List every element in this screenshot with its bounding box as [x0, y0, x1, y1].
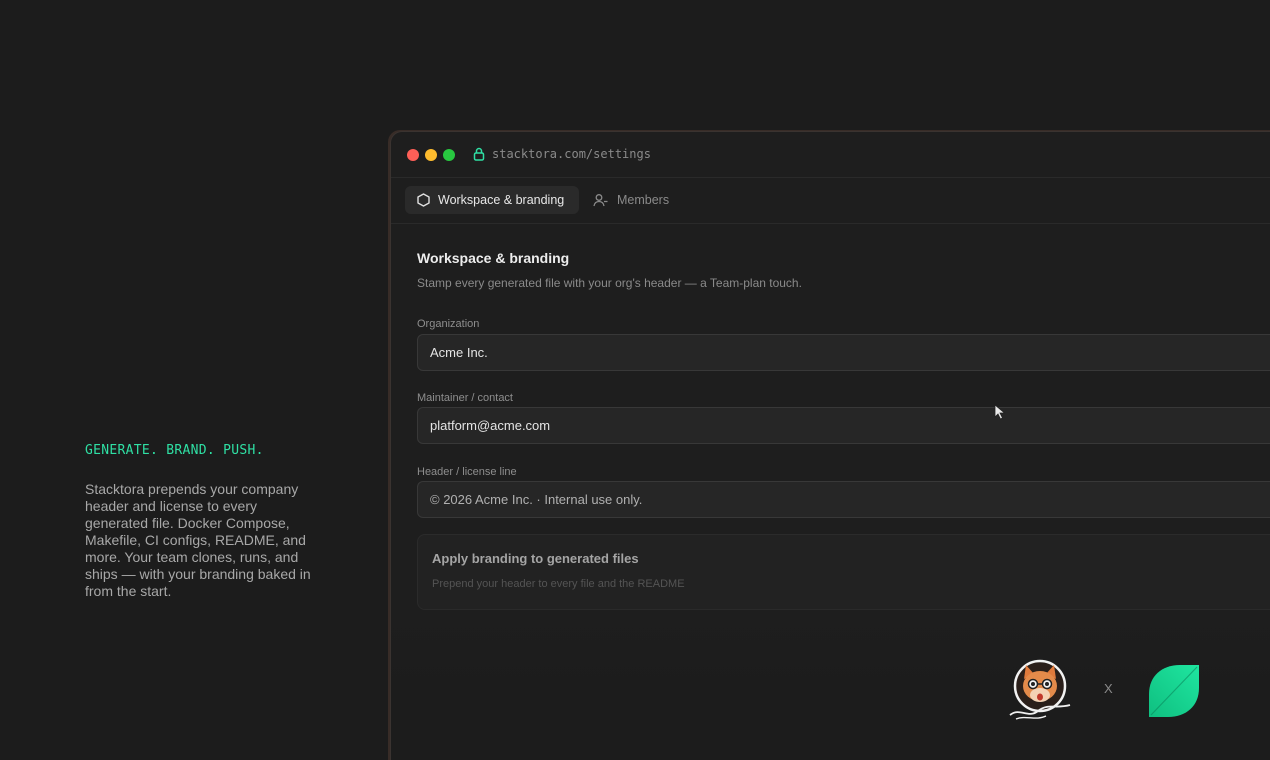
browser-window: stacktora.com/settings Workspace & brand…	[390, 131, 1270, 760]
promo-blurb: Stacktora prepends your company header a…	[85, 481, 311, 599]
users-icon	[593, 193, 609, 207]
bottom-fade	[391, 602, 1270, 760]
tab-label: Members	[617, 193, 670, 207]
header-license-value: © 2026 Acme Inc. · Internal use only.	[430, 492, 643, 507]
zoom-window-button[interactable]	[443, 149, 455, 161]
tab-members[interactable]: Members	[591, 186, 681, 214]
header-license-label: Header / license line	[417, 466, 517, 478]
minimize-window-button[interactable]	[425, 149, 437, 161]
close-window-button[interactable]	[407, 149, 419, 161]
browser-titlebar: stacktora.com/settings	[391, 132, 1270, 178]
stacktora-leaf-logo	[1149, 665, 1199, 717]
tab-label: Workspace & branding	[438, 193, 565, 207]
address-bar-url[interactable]: stacktora.com/settings	[492, 147, 651, 161]
lock-icon	[473, 147, 485, 161]
settings-tabs: Workspace & branding Members	[391, 177, 1270, 224]
apply-branding-title: Apply branding to generated files	[432, 551, 639, 566]
apply-branding-card[interactable]: Apply branding to generated files Prepen…	[417, 534, 1270, 610]
organization-value: Acme Inc.	[430, 345, 488, 360]
section-subtitle: Stamp every generated file with your org…	[417, 276, 802, 290]
maintainer-label: Maintainer / contact	[417, 392, 513, 404]
maintainer-value: platform@acme.com	[430, 418, 551, 433]
collab-separator: X	[1104, 681, 1113, 696]
hexagon-icon	[417, 193, 430, 207]
tab-workspace-branding[interactable]: Workspace & branding	[405, 186, 579, 214]
product-hunt-cat-logo	[1009, 659, 1071, 720]
tagline: GENERATE. BRAND. PUSH.	[85, 443, 264, 458]
section-title: Workspace & branding	[417, 250, 570, 266]
organization-input[interactable]: Acme Inc.	[417, 334, 1270, 371]
organization-label: Organization	[417, 318, 480, 330]
mouse-pointer-icon	[994, 404, 1006, 420]
maintainer-input[interactable]: platform@acme.com	[417, 407, 1270, 444]
page: GENERATE. BRAND. PUSH. Stacktora prepend…	[0, 0, 1270, 760]
apply-branding-subtitle: Prepend your header to every file and th…	[432, 578, 685, 590]
header-license-input[interactable]: © 2026 Acme Inc. · Internal use only.	[417, 481, 1270, 518]
